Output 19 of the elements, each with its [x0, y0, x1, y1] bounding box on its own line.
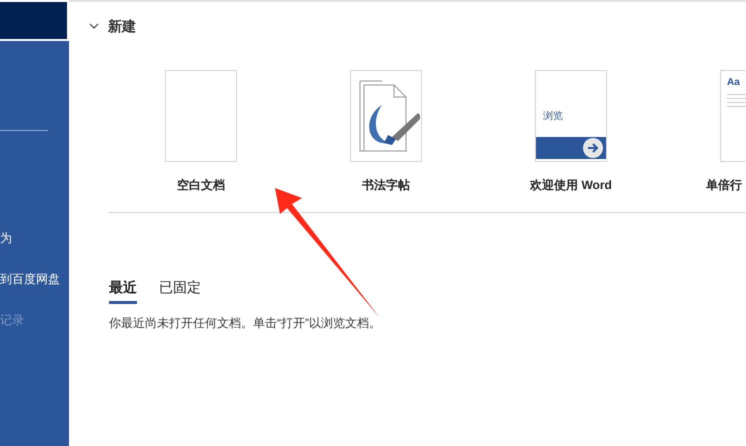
- template-label[interactable]: 欢迎使用 Word: [530, 176, 612, 194]
- thumbnail-text: 浏览: [543, 110, 564, 124]
- spacing-template-thumbnail[interactable]: Aa: [720, 70, 746, 162]
- chevron-icon[interactable]: [89, 21, 99, 31]
- empty-recent-message: 你最近尚未打开任何文档。单击“打开”以浏览文档。: [109, 315, 382, 332]
- selected-nav-item[interactable]: [0, 0, 69, 41]
- welcome-template-thumbnail[interactable]: 浏览: [535, 70, 607, 162]
- sidebar-item[interactable]: 到百度网盘: [0, 270, 69, 289]
- template-label[interactable]: 单倍行: [706, 176, 742, 194]
- section-title: 新建: [108, 16, 136, 36]
- calligraphy-template-thumbnail[interactable]: [350, 70, 422, 162]
- blank-document-thumbnail[interactable]: [165, 70, 237, 162]
- thumbnail-text: Aa: [727, 76, 741, 90]
- sidebar-item[interactable]: 为: [0, 229, 69, 248]
- tab[interactable]: 最近: [109, 277, 137, 304]
- tab[interactable]: 已固定: [159, 277, 201, 304]
- arrow-right-icon: [583, 138, 603, 158]
- template-label[interactable]: 书法字帖: [362, 176, 410, 194]
- template-label[interactable]: 空白文档: [177, 176, 225, 194]
